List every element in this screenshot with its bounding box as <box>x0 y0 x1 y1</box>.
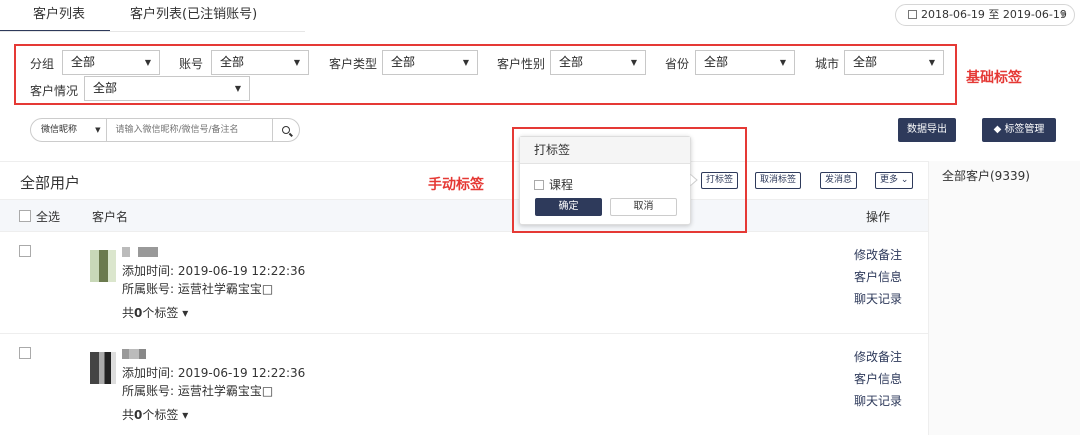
avatar <box>90 352 116 384</box>
filter-province-value: 全部 <box>704 55 729 69</box>
avatar <box>90 250 116 282</box>
filter-situation-value: 全部 <box>93 81 118 95</box>
chevron-down-icon: ▼ <box>630 58 637 67</box>
more-label: 更多 <box>880 175 899 185</box>
tag-count-suffix: 个标签 <box>142 306 179 320</box>
chevron-down-icon: ▼ <box>293 58 300 67</box>
date-range-text: 2018-06-19 至 2019-06-19 <box>921 8 1067 21</box>
chat-history-link[interactable]: 聊天记录 <box>854 390 902 412</box>
chevron-down-icon: ▼ <box>462 58 469 67</box>
customer-info-link[interactable]: 客户信息 <box>854 266 902 288</box>
tag-popup: 打标签 课程 确定 取消 <box>519 136 691 225</box>
filter-situation-label: 客户情况 <box>30 84 79 98</box>
search-type-value: 微信昵称 <box>41 125 78 135</box>
send-message-button[interactable]: 发消息 <box>820 172 858 189</box>
chevron-down-icon: ▼ <box>234 84 241 93</box>
row-account: 所属账号: 运营社学霸宝宝□ <box>122 384 274 398</box>
tab-deregistered-customer-list[interactable]: 客户列表(已注销账号) <box>110 0 282 32</box>
edit-remark-link[interactable]: 修改备注 <box>854 244 902 266</box>
tag-count-suffix: 个标签 <box>142 408 179 422</box>
filter-account-select[interactable]: 全部 ▼ <box>211 50 309 75</box>
filter-account-label: 账号 <box>179 57 204 71</box>
export-button[interactable]: 数据导出 <box>898 118 956 142</box>
tag-count-prefix: 共 <box>122 306 135 320</box>
search-input[interactable] <box>107 119 273 141</box>
row-operations: 修改备注 客户信息 聊天记录 <box>854 346 902 412</box>
chevron-down-icon: ▼ <box>928 58 935 67</box>
customer-info-link[interactable]: 客户信息 <box>854 368 902 390</box>
tag-icon: ◆ <box>993 124 1005 135</box>
caret-down-icon: ▾ <box>182 306 189 320</box>
filter-group-select[interactable]: 全部 ▼ <box>62 50 160 75</box>
select-all-label: 全选 <box>36 210 61 224</box>
tag-manage-button[interactable]: ◆ 标签管理 <box>982 118 1056 142</box>
row-checkbox[interactable] <box>19 347 31 359</box>
row-tag-count[interactable]: 共0个标签 ▾ <box>122 406 188 423</box>
tab-bar: 客户列表 客户列表(已注销账号) <box>0 0 282 32</box>
filter-gender-label: 客户性别 <box>497 57 546 71</box>
customer-name-blurred <box>122 247 162 257</box>
popup-title: 打标签 <box>520 137 690 164</box>
tag-count-prefix: 共 <box>122 408 135 422</box>
list-title: 全部用户 <box>20 174 81 192</box>
filter-gender-value: 全部 <box>559 55 584 69</box>
search-type-select[interactable]: 微信昵称 ▼ <box>31 119 108 141</box>
row-tag-count[interactable]: 共0个标签 ▾ <box>122 304 188 321</box>
filter-city-value: 全部 <box>853 55 878 69</box>
chevron-down-icon: ⌄ <box>900 175 909 185</box>
search-button[interactable] <box>272 119 299 141</box>
basic-tags-annotation: 基础标签 <box>966 70 1022 86</box>
tab-customer-list[interactable]: 客户列表 <box>0 0 111 32</box>
filter-province-label: 省份 <box>665 57 690 71</box>
filter-customer-type-select[interactable]: 全部 ▼ <box>382 50 478 75</box>
filter-group-value: 全部 <box>71 55 96 69</box>
date-range-picker[interactable]: 2018-06-19 至 2019-06-19 ▼ <box>895 4 1075 26</box>
row-added-time: 添加时间: 2019-06-19 12:22:36 <box>122 264 306 278</box>
cancel-button[interactable]: 取消 <box>610 198 677 216</box>
more-button[interactable]: 更多 ⌄ <box>875 172 914 189</box>
filter-city-select[interactable]: 全部 ▼ <box>844 50 944 75</box>
tab-underline <box>0 31 305 32</box>
filter-situation-select[interactable]: 全部 ▼ <box>84 76 250 101</box>
column-header <box>0 199 928 232</box>
calendar-icon <box>908 10 917 19</box>
search-bar: 微信昵称 ▼ <box>30 118 300 142</box>
course-label: 课程 <box>549 178 574 192</box>
chevron-down-icon: ▼ <box>779 58 786 67</box>
chat-history-link[interactable]: 聊天记录 <box>854 288 902 310</box>
confirm-button[interactable]: 确定 <box>535 198 602 216</box>
chevron-down-icon: ▼ <box>95 126 101 134</box>
edit-remark-link[interactable]: 修改备注 <box>854 346 902 368</box>
filter-customer-type-label: 客户类型 <box>329 57 378 71</box>
row-operations: 修改备注 客户信息 聊天记录 <box>854 244 902 310</box>
untag-button[interactable]: 取消标签 <box>755 172 802 189</box>
row-account: 所属账号: 运营社学霸宝宝□ <box>122 282 274 296</box>
manual-tags-annotation: 手动标签 <box>428 177 484 193</box>
chevron-down-icon: ▼ <box>144 58 151 67</box>
course-checkbox[interactable] <box>534 180 544 190</box>
filter-customer-type-value: 全部 <box>391 55 416 69</box>
filter-group-label: 分组 <box>30 57 55 71</box>
customer-group-panel: 全部客户(9339) <box>928 161 1080 435</box>
filter-account-value: 全部 <box>220 55 245 69</box>
chevron-down-icon: ▼ <box>1059 10 1066 19</box>
popup-pointer <box>690 174 698 186</box>
column-customer-name: 客户名 <box>92 210 129 224</box>
column-operations: 操作 <box>866 210 891 224</box>
all-customers-item[interactable]: 全部客户(9339) <box>942 167 1030 184</box>
customer-name-blurred <box>122 349 146 359</box>
filter-city-label: 城市 <box>815 57 840 71</box>
select-all-checkbox[interactable] <box>19 210 31 222</box>
row-added-time: 添加时间: 2019-06-19 12:22:36 <box>122 366 306 380</box>
caret-down-icon: ▾ <box>182 408 189 422</box>
filter-province-select[interactable]: 全部 ▼ <box>695 50 795 75</box>
popup-option-course[interactable]: 课程 <box>534 176 573 193</box>
search-icon <box>282 126 291 134</box>
row-checkbox[interactable] <box>19 245 31 257</box>
filter-gender-select[interactable]: 全部 ▼ <box>550 50 646 75</box>
tag-manage-label: 标签管理 <box>1004 124 1045 135</box>
